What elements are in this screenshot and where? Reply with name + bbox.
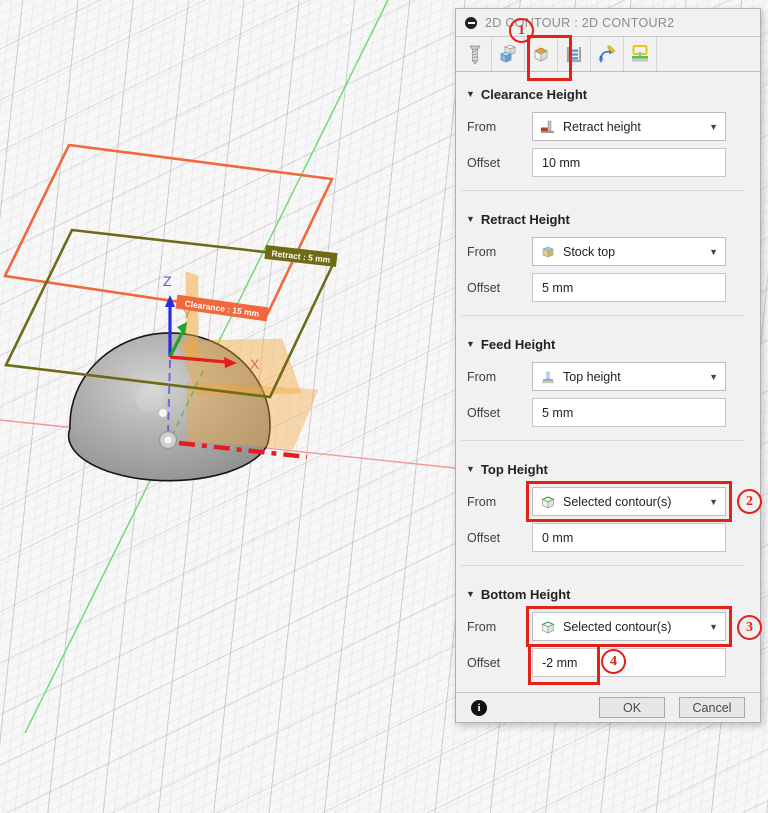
dialog-footer: i OK Cancel [456, 692, 760, 722]
section-bottom-height: ▼ Bottom Height From Selected contour(s)… [456, 572, 762, 685]
collapse-triangle-icon: ▼ [466, 339, 475, 349]
offset-row: Offset [456, 523, 760, 552]
triad-plane-xz [186, 381, 319, 450]
dialog-tab-bar [456, 37, 760, 72]
collapse-icon[interactable] [465, 16, 477, 29]
fusion-canvas: Y Retract : 5 mm Clearance : 15 mm Z X 2… [0, 0, 768, 813]
info-icon[interactable]: i [471, 699, 487, 716]
section-clearance-height: ▼ Clearance Height From Retract height ▼… [456, 72, 760, 191]
annotation-callout-1: 1 [509, 18, 534, 43]
dialog-header[interactable]: 2D CONTOUR : 2D CONTOUR2 [456, 9, 760, 37]
retract-badge: Retract : 5 mm [264, 244, 338, 268]
from-row: From Selected contour(s) ▼ 3 [456, 606, 762, 647]
tab-heights[interactable] [525, 37, 558, 71]
section-divider [461, 440, 744, 441]
chevron-down-icon: ▼ [709, 621, 718, 632]
chevron-down-icon: ▼ [709, 246, 718, 257]
clearance-plane-rect[interactable] [3, 143, 334, 317]
section-divider [461, 190, 744, 191]
tab-linking[interactable] [591, 37, 624, 71]
offset-row: Offset [456, 148, 760, 177]
geometry-icon [500, 44, 516, 63]
section-divider [461, 565, 744, 566]
2d-contour-dialog: 2D CONTOUR : 2D CONTOUR2 1 ▼ Clearance H… [455, 8, 762, 723]
z-axis-label: Z [163, 273, 172, 289]
retract-from-select[interactable]: Stock top ▼ [532, 237, 726, 266]
tool-icon [469, 45, 481, 65]
stock-top-icon [542, 246, 554, 257]
section-header-top[interactable]: ▼ Top Height [456, 447, 760, 479]
section-feed-height: ▼ Feed Height From Top height ▼ Offset [456, 322, 760, 441]
annotation-callout-3: 3 [737, 615, 762, 640]
cancel-button[interactable]: Cancel [679, 697, 745, 718]
offset-row: Offset [456, 273, 760, 302]
chevron-down-icon: ▼ [709, 121, 718, 132]
offset-row: Offset [456, 398, 760, 427]
feed-from-select[interactable]: Top height ▼ [532, 362, 726, 391]
tab-tool[interactable] [459, 37, 492, 71]
leads-icon [632, 45, 648, 62]
viewport-3d-scene: Y Retract : 5 mm Clearance : 15 mm Z X [0, 0, 455, 733]
from-row: From Stock top ▼ [456, 237, 760, 266]
offset-row: Offset 4 [456, 644, 760, 685]
bottom-from-select[interactable]: Selected contour(s) ▼ 3 [526, 606, 762, 647]
clearance-offset-input[interactable] [532, 148, 726, 177]
section-header-retract[interactable]: ▼ Retract Height [456, 197, 760, 229]
collapse-triangle-icon: ▼ [466, 89, 475, 99]
retract-offset-input[interactable] [532, 273, 726, 302]
collapse-triangle-icon: ▼ [466, 214, 475, 224]
passes-icon [566, 47, 582, 63]
section-header-clearance[interactable]: ▼ Clearance Height [456, 72, 760, 104]
annotation-callout-4: 4 [601, 649, 626, 674]
dome-specular-highlight [159, 409, 167, 417]
tab-passes[interactable] [558, 37, 591, 71]
section-divider [461, 315, 744, 316]
section-header-feed[interactable]: ▼ Feed Height [456, 322, 760, 354]
chevron-down-icon: ▼ [709, 371, 718, 382]
section-header-bottom[interactable]: ▼ Bottom Height [456, 572, 760, 604]
section-retract-height: ▼ Retract Height From Stock top ▼ Offset [456, 197, 760, 316]
from-row: From Retract height ▼ [456, 112, 760, 141]
x-axis-label: X [250, 356, 260, 372]
dome-soft-highlight [136, 384, 164, 412]
chevron-down-icon: ▼ [709, 496, 718, 507]
top-offset-input[interactable] [532, 523, 726, 552]
retract-height-icon [541, 120, 554, 133]
from-row: From Selected contour(s) ▼ 2 [456, 481, 762, 522]
linking-icon [598, 45, 616, 63]
section-top-height: ▼ Top Height From Selected contour(s) ▼ … [456, 447, 762, 566]
selected-contours-icon [541, 620, 555, 634]
collapse-triangle-icon: ▼ [466, 464, 475, 474]
tab-leads[interactable] [624, 37, 657, 71]
collapse-triangle-icon: ▼ [466, 589, 475, 599]
feed-offset-input[interactable] [532, 398, 726, 427]
clearance-from-select[interactable]: Retract height ▼ [532, 112, 726, 141]
bottom-offset-input[interactable] [532, 648, 726, 677]
origin-point-center [164, 436, 172, 444]
selected-contours-icon [541, 495, 555, 509]
from-row: From Top height ▼ [456, 362, 760, 391]
ok-button[interactable]: OK [599, 697, 665, 718]
top-from-select[interactable]: Selected contour(s) ▼ 2 [526, 481, 762, 522]
heights-icon [534, 47, 548, 62]
annotation-callout-2: 2 [737, 489, 762, 514]
top-height-icon [542, 371, 554, 383]
